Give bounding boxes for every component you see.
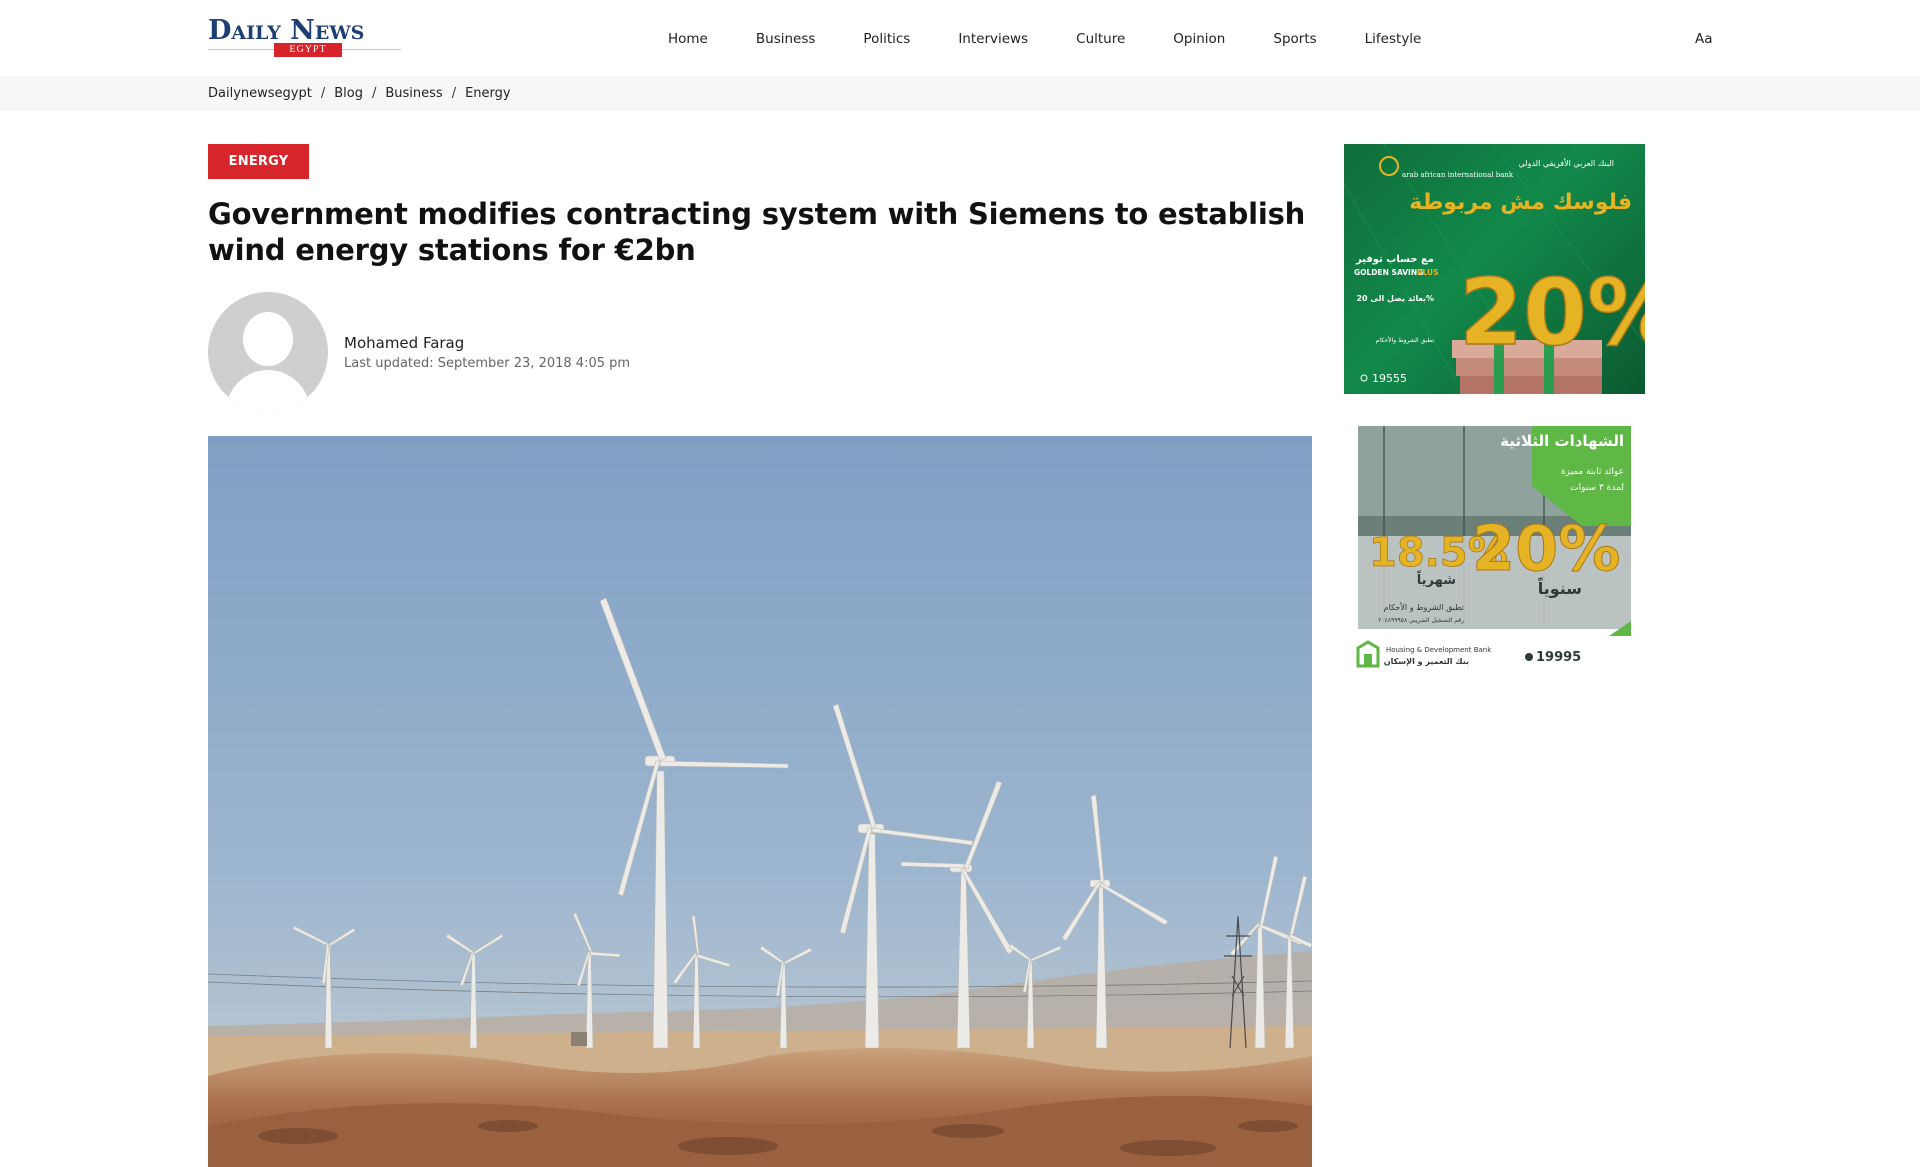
category-badge[interactable]: ENERGY (208, 144, 309, 179)
avatar-head-shape (243, 312, 293, 366)
site-logo[interactable]: Daily News EGYPT (208, 16, 401, 58)
font-size-toggle-button[interactable]: Aa (1695, 28, 1713, 50)
breadcrumb-bar: Dailynewsegypt / Blog / Business / Energ… (0, 76, 1920, 111)
nav-item-lifestyle[interactable]: Lifestyle (1365, 28, 1422, 50)
phone-icon (1525, 653, 1533, 661)
phone-icon (1360, 374, 1368, 382)
sidebar-ad-hdb[interactable]: الشهادات الثلاثية عوائد ثابتة مميزة لمدة… (1344, 426, 1645, 676)
ad1-product-plus: PLUS (1417, 268, 1439, 277)
main-nav: Home Business Politics Interviews Cultur… (668, 28, 1421, 50)
author-name[interactable]: Mohamed Farag (344, 333, 464, 353)
breadcrumb-separator: / (451, 86, 457, 101)
nav-item-politics[interactable]: Politics (863, 28, 910, 50)
site-header: Daily News EGYPT Home Business Politics … (0, 0, 1920, 76)
breadcrumb-separator: / (320, 86, 326, 101)
logo-subtitle: EGYPT (274, 43, 342, 57)
breadcrumb-item-home[interactable]: Dailynewsegypt (208, 85, 312, 103)
ad2-subtitle: عوائد ثابتة مميزة (1561, 467, 1624, 477)
breadcrumb-item-blog[interactable]: Blog (334, 85, 363, 103)
article-hero-image (208, 436, 1312, 1167)
article-title: Government modifies contracting system w… (208, 197, 1306, 267)
last-updated-timestamp: Last updated: September 23, 2018 4:05 pm (344, 356, 631, 371)
nav-item-home[interactable]: Home (668, 28, 708, 50)
ad2-bank-en: Housing & Development Bank (1386, 646, 1492, 654)
ad1-hotline: 19555 (1372, 372, 1407, 385)
ad2-title: الشهادات الثلاثية (1500, 432, 1624, 450)
nav-item-sports[interactable]: Sports (1273, 28, 1316, 50)
breadcrumb-item-energy: Energy (465, 86, 511, 101)
ad2-rate-annual: 20% (1472, 512, 1620, 585)
ad2-terms: تطبق الشروط و الأحكام (1384, 602, 1464, 612)
author-avatar[interactable] (208, 292, 328, 412)
ad2-hotline: 19995 (1536, 650, 1581, 665)
wind-farm-illustration (208, 436, 1312, 1167)
ad2-tax: رقم التسجيل الضريبي ٢٠٤٨٩٩٩٥٨ (1378, 617, 1464, 624)
ad2-bank-ar: بنك التعمير و الإسكان (1384, 657, 1469, 666)
breadcrumb-item-business[interactable]: Business (385, 85, 442, 103)
breadcrumb-separator: / (371, 86, 377, 101)
ad-hdb-artwork: الشهادات الثلاثية عوائد ثابتة مميزة لمدة… (1344, 426, 1645, 676)
bank-logo-icon (1379, 156, 1399, 176)
ad1-big-rate: 20% (1459, 259, 1645, 366)
ad1-bank-name-ar: البنك العربي الأفريقي الدولي (1519, 158, 1614, 168)
ad1-headline: فلوسك مش مربوطة (1409, 190, 1632, 215)
ad1-rate-line: بعائد يصل الى 20% (1356, 294, 1434, 303)
ad1-bank-name-en: arab african international bank (1402, 171, 1514, 179)
ad1-note: تطبق الشروط والأحكام (1376, 336, 1435, 344)
ad2-monthly-label: شهرياً (1417, 570, 1456, 588)
sidebar-ad-aaib[interactable]: البنك العربي الأفريقي الدولي arab africa… (1344, 144, 1645, 394)
nav-item-business[interactable]: Business (756, 28, 816, 50)
ad-aaib-artwork: البنك العربي الأفريقي الدولي arab africa… (1344, 144, 1645, 394)
avatar-body-shape (226, 370, 310, 412)
nav-item-opinion[interactable]: Opinion (1173, 28, 1225, 50)
nav-item-interviews[interactable]: Interviews (958, 28, 1028, 50)
nav-item-culture[interactable]: Culture (1076, 28, 1125, 50)
logo-wordmark: Daily News (208, 15, 365, 46)
ad2-annual-label: سنوياً (1537, 576, 1582, 598)
ad1-line: مع حساب توفير (1355, 254, 1434, 265)
ad2-duration: لمدة ٣ سنوات (1570, 483, 1624, 493)
breadcrumb: Dailynewsegypt / Blog / Business / Energ… (208, 85, 511, 103)
ad1-product: GOLDEN SAVING (1354, 268, 1423, 277)
